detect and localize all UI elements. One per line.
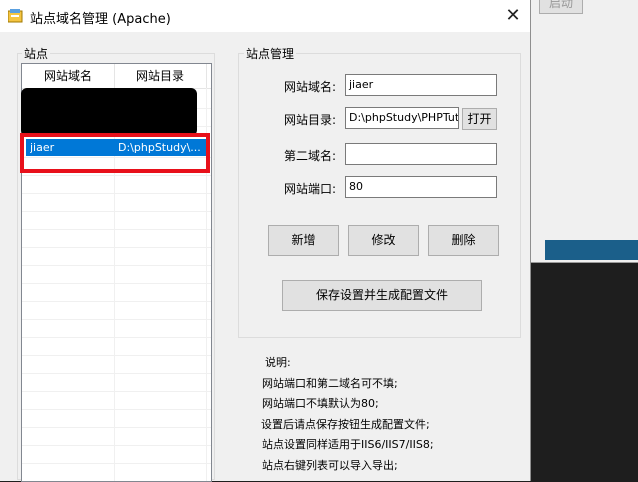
directory-label: 网站目录: bbox=[283, 113, 336, 127]
close-icon[interactable]: ✕ bbox=[502, 6, 524, 28]
port-input[interactable]: 80 bbox=[345, 176, 497, 198]
add-button[interactable]: 新增 bbox=[268, 225, 339, 256]
note-line: 站点右键列表可以导入导出; bbox=[262, 458, 398, 472]
sites-group-label: 站点 bbox=[22, 45, 51, 62]
list-header: 网站域名 网站目录 bbox=[22, 64, 211, 89]
instructions: 说明: 网站端口和第二域名可不填; 网站端口不填默认为80; 设置后请点保存按钮… bbox=[261, 353, 434, 476]
background-window: 启动 bbox=[530, 0, 638, 263]
domain-input[interactable]: jiaer bbox=[345, 74, 497, 96]
start-button[interactable]: 启动 bbox=[539, 0, 583, 14]
port-label: 网站端口: bbox=[283, 182, 336, 196]
notes-title: 说明: bbox=[265, 356, 291, 369]
background-status-bar bbox=[545, 240, 638, 260]
note-line: 网站端口和第二域名可不填; bbox=[262, 376, 398, 390]
note-line: 站点设置同样适用于IIS6/IIS7/IIS8; bbox=[262, 438, 434, 451]
redaction-block bbox=[21, 88, 197, 136]
column-header-domain[interactable]: 网站域名 bbox=[22, 64, 115, 88]
title-bar: 站点域名管理 (Apache) ✕ bbox=[0, 0, 530, 32]
open-directory-button[interactable]: 打开 bbox=[462, 108, 497, 130]
save-config-button[interactable]: 保存设置并生成配置文件 bbox=[282, 280, 482, 311]
note-line: 网站端口不填默认为80; bbox=[262, 397, 379, 410]
window-title: 站点域名管理 (Apache) bbox=[30, 12, 171, 27]
column-header-directory[interactable]: 网站目录 bbox=[114, 64, 207, 88]
domain-label: 网站域名: bbox=[283, 80, 336, 94]
manage-group-label: 站点管理 bbox=[244, 45, 297, 62]
second-domain-input[interactable] bbox=[345, 143, 497, 165]
highlight-annotation bbox=[20, 133, 210, 173]
second-domain-label: 第二域名: bbox=[283, 149, 336, 163]
app-icon bbox=[8, 9, 23, 23]
edit-button[interactable]: 修改 bbox=[348, 225, 419, 256]
note-line: 设置后请点保存按钮生成配置文件; bbox=[261, 417, 430, 431]
directory-input[interactable]: D:\phpStudy\PHPTutorial bbox=[345, 107, 459, 129]
delete-button[interactable]: 删除 bbox=[428, 225, 499, 256]
site-domain-dialog: 站点域名管理 (Apache) ✕ 站点 网站域名 网站目录 jiaer D:\… bbox=[0, 0, 531, 482]
